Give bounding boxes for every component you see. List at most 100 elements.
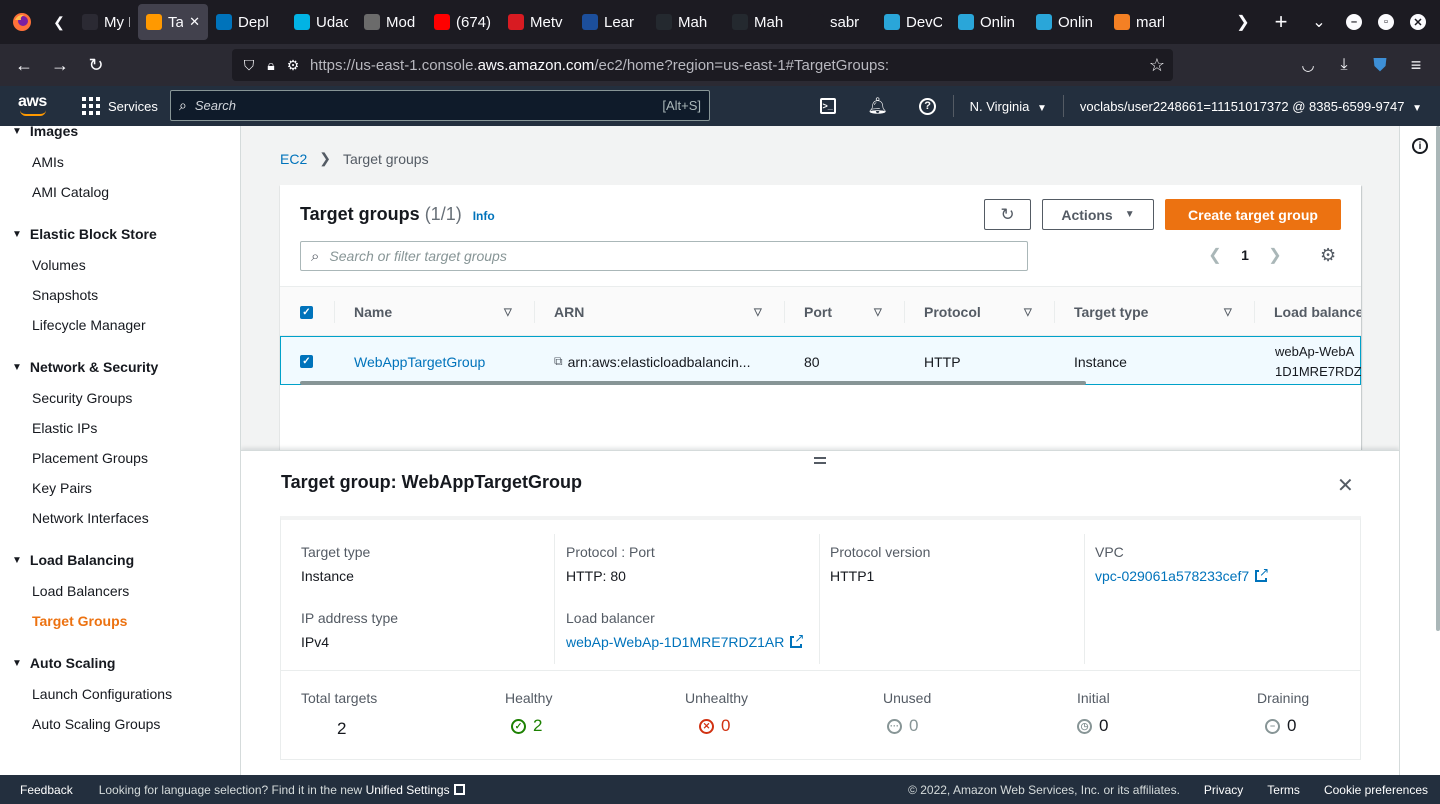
sort-icon[interactable]: ▽ (1224, 307, 1232, 318)
reload-icon[interactable]: ↻ (78, 44, 114, 86)
browser-tab[interactable]: Mah (648, 4, 724, 40)
sidebar-section-elastic-block-store[interactable]: ▼ Elastic Block Store (12, 226, 157, 242)
unified-settings-link[interactable]: Unified Settings (366, 783, 450, 797)
table-row[interactable]: ✓ WebAppTargetGroup ⧉ arn:aws:elasticload… (280, 336, 1361, 385)
vpc-link[interactable]: vpc-029061a578233cef7 (1095, 566, 1270, 584)
sidebar-section-auto-scaling[interactable]: ▼ Auto Scaling (12, 655, 115, 671)
sidebar-item-amis[interactable]: AMIs (32, 154, 64, 170)
browser-tab[interactable]: Depl (208, 4, 286, 40)
maximize-icon[interactable]: ▫ (1378, 14, 1394, 30)
resize-handle-icon[interactable] (814, 457, 826, 464)
sidebar-section-images[interactable]: ▼ Images (12, 126, 78, 139)
browser-tab[interactable]: Lear (574, 4, 648, 40)
bookmark-star-icon[interactable]: ☆ (1149, 55, 1165, 76)
column-header-port[interactable]: Port ▽ (804, 287, 884, 337)
sidebar-item-network-interfaces[interactable]: Network Interfaces (32, 510, 149, 526)
browser-tab[interactable]: Tar ✕ (138, 4, 208, 40)
browser-tab[interactable]: Onlin (1028, 4, 1106, 40)
privacy-link[interactable]: Privacy (1204, 783, 1243, 797)
browser-tab[interactable]: sabr (800, 4, 876, 40)
select-all-checkbox[interactable]: ✓ (300, 287, 313, 337)
row-name-link[interactable]: WebAppTargetGroup (354, 337, 485, 386)
tab-scroll-left-icon[interactable]: ❮ (44, 0, 74, 44)
sidebar-item-elastic-ips[interactable]: Elastic IPs (32, 420, 97, 436)
browser-tab[interactable]: Mah (724, 4, 800, 40)
services-menu[interactable]: Services (108, 99, 158, 114)
menu-icon[interactable]: ≡ (1398, 44, 1434, 86)
column-header-name[interactable]: Name ▽ (354, 287, 514, 337)
sidebar-item-load-balancers[interactable]: Load Balancers (32, 583, 129, 599)
lock-icon[interactable]: 🔒︎ (260, 57, 282, 74)
minimize-icon[interactable]: – (1346, 14, 1362, 30)
permissions-icon[interactable]: ⚙ (282, 57, 304, 74)
sidebar-item-key-pairs[interactable]: Key Pairs (32, 480, 92, 496)
close-window-icon[interactable]: ✕ (1410, 14, 1426, 30)
new-tab-icon[interactable]: + (1262, 0, 1300, 44)
browser-tab[interactable]: Udac (286, 4, 356, 40)
load-balancer-link[interactable]: webAp-WebAp-1D1MRE7RDZ1AR (566, 632, 805, 650)
sidebar-item-launch-configurations[interactable]: Launch Configurations (32, 686, 172, 702)
aws-logo[interactable]: aws (18, 93, 50, 119)
browser-tab[interactable]: Onlin (950, 4, 1028, 40)
previous-page-icon[interactable]: ❮ (1200, 245, 1230, 265)
info-link[interactable]: Info (473, 209, 495, 223)
breadcrumb-ec2-link[interactable]: EC2 (280, 151, 307, 167)
sort-icon[interactable]: ▽ (1024, 307, 1032, 318)
close-icon[interactable]: ✕ (1337, 473, 1354, 498)
browser-tab[interactable]: My P (74, 4, 138, 40)
create-target-group-button[interactable]: Create target group (1165, 199, 1341, 230)
list-tabs-icon[interactable]: ⌄ (1300, 0, 1338, 44)
column-header-arn[interactable]: ARN ▽ (554, 287, 764, 337)
aws-search-input[interactable]: ⌕ Search [Alt+S] (170, 90, 710, 121)
forward-icon[interactable]: → (42, 44, 78, 86)
horizontal-scrollbar[interactable] (300, 381, 1086, 385)
url-text[interactable]: https://us-east-1.console.aws.amazon.com… (310, 57, 889, 74)
info-icon[interactable]: i (1412, 138, 1428, 154)
vertical-scrollbar[interactable] (1436, 126, 1440, 631)
cloudshell-icon[interactable]: >_ (803, 86, 853, 126)
next-page-icon[interactable]: ❯ (1260, 245, 1290, 265)
account-menu[interactable]: voclabs/user2248661=11151017372 @ 8385-6… (1064, 99, 1422, 114)
downloads-icon[interactable]: ⤓ (1326, 44, 1362, 86)
feedback-link[interactable]: Feedback (20, 783, 73, 797)
browser-tab[interactable]: Metv (500, 4, 574, 40)
page-number[interactable]: 1 (1230, 247, 1260, 263)
row-checkbox[interactable]: ✓ (300, 337, 313, 386)
browser-tab[interactable]: mark (1106, 4, 1172, 40)
shield-icon[interactable]: ⛉ (238, 57, 260, 74)
region-selector[interactable]: N. Virginia ▼ (954, 99, 1063, 114)
browser-tab[interactable]: Mod (356, 4, 426, 40)
url-bar[interactable]: ⛉ 🔒︎ ⚙ https://us-east-1.console.aws.ama… (232, 49, 1173, 81)
sidebar-item-auto-scaling-groups[interactable]: Auto Scaling Groups (32, 716, 160, 732)
cookie-preferences-link[interactable]: Cookie preferences (1324, 783, 1428, 797)
firefox-icon[interactable] (0, 0, 44, 44)
filter-input[interactable]: ⌕ Search or filter target groups (300, 241, 1028, 271)
sidebar-item-placement-groups[interactable]: Placement Groups (32, 450, 148, 466)
back-icon[interactable]: ← (6, 44, 42, 86)
column-header-target-type[interactable]: Target type ▽ (1074, 287, 1234, 337)
table-settings-gear-icon[interactable]: ⚙ (1320, 245, 1336, 266)
sort-icon[interactable]: ▽ (874, 307, 882, 318)
sidebar-item-security-groups[interactable]: Security Groups (32, 390, 132, 406)
terms-link[interactable]: Terms (1267, 783, 1300, 797)
sidebar-section-load-balancing[interactable]: ▼ Load Balancing (12, 552, 134, 568)
sidebar-item-volumes[interactable]: Volumes (32, 257, 86, 273)
sidebar-item-lifecycle-manager[interactable]: Lifecycle Manager (32, 317, 146, 333)
notifications-bell-icon[interactable]: 🔔︎ (853, 86, 903, 126)
sidebar-item-snapshots[interactable]: Snapshots (32, 287, 98, 303)
sidebar-section-network-security[interactable]: ▼ Network & Security (12, 359, 158, 375)
browser-tab[interactable]: (674) (426, 4, 500, 40)
help-icon[interactable]: ? (903, 86, 953, 126)
browser-tab[interactable]: DevC (876, 4, 950, 40)
extension-shield-icon[interactable]: ⛊ (1362, 44, 1398, 86)
sort-icon[interactable]: ▽ (754, 307, 762, 318)
column-header-protocol[interactable]: Protocol ▽ (924, 287, 1034, 337)
sort-icon[interactable]: ▽ (504, 307, 512, 318)
actions-dropdown-button[interactable]: Actions ▼ (1042, 199, 1154, 230)
pocket-icon[interactable]: ◡ (1290, 44, 1326, 86)
refresh-button[interactable]: ↻ (984, 199, 1031, 230)
services-grid-icon[interactable] (82, 97, 100, 115)
sidebar-item-ami-catalog[interactable]: AMI Catalog (32, 184, 109, 200)
tab-close-icon[interactable]: ✕ (189, 14, 200, 30)
column-header-load-balancer[interactable]: Load balance (1274, 287, 1361, 337)
